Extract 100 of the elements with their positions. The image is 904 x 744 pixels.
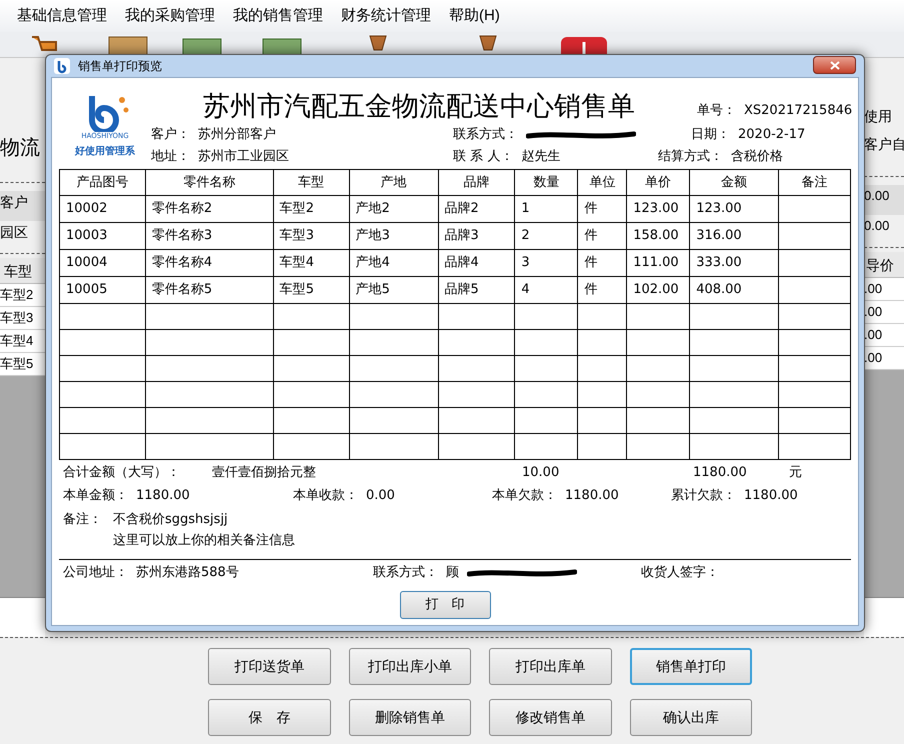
table-cell: 零件名称5 bbox=[145, 276, 274, 304]
table-cell: 车型2 bbox=[273, 196, 350, 222]
table-cell: 件 bbox=[578, 276, 627, 304]
column-header: 金额 bbox=[690, 170, 779, 196]
table-cell: 车型2 bbox=[0, 284, 45, 307]
action-button[interactable]: 修改销售单 bbox=[489, 699, 612, 736]
column-header: 车型 bbox=[273, 170, 350, 196]
table-cell: 123.00 bbox=[690, 196, 779, 222]
menu-item[interactable]: 财务统计管理 bbox=[332, 2, 440, 30]
table-cell: 车型4 bbox=[273, 250, 350, 276]
table-cell: 111.00 bbox=[626, 250, 690, 276]
field-label: 单号： bbox=[697, 102, 736, 120]
table-cell: 10004 bbox=[60, 250, 146, 276]
field-label: 备注： bbox=[63, 511, 103, 529]
field-label: 结算方式： bbox=[658, 148, 723, 166]
field-label: 客户自 bbox=[864, 135, 904, 154]
field-label: 园区 bbox=[0, 223, 29, 242]
field-value: 1180.00 bbox=[565, 487, 619, 506]
table-cell: 产地5 bbox=[349, 276, 438, 304]
field-label: 客户 bbox=[0, 191, 45, 221]
field-value: 赵先生 bbox=[521, 148, 560, 166]
column-header: 单价 bbox=[626, 170, 690, 196]
action-button[interactable]: 保 存 bbox=[208, 699, 330, 736]
field-label: 合计金额（大写）： bbox=[63, 464, 181, 482]
menu-item[interactable]: 帮助(H) bbox=[440, 2, 509, 30]
table-background bbox=[0, 597, 45, 637]
field-label: 累计欠款： bbox=[671, 487, 736, 506]
field-value: 0.00 bbox=[864, 217, 890, 235]
table-cell: 10005 bbox=[60, 276, 146, 304]
column-header: 品牌 bbox=[438, 170, 515, 196]
table-cell: 3 bbox=[514, 250, 578, 276]
menu-item[interactable]: 基础信息管理 bbox=[8, 2, 116, 30]
table-cell: 102.00 bbox=[626, 276, 690, 304]
table-cell: 产地4 bbox=[349, 250, 438, 276]
field-label: 公司地址： bbox=[63, 564, 128, 582]
column-header: 备注 bbox=[778, 170, 850, 196]
field-label: 本单欠款： bbox=[492, 487, 557, 506]
field-label: 本单收款： bbox=[293, 487, 358, 506]
table-cell: 158.00 bbox=[626, 222, 690, 250]
table-cell: 1 bbox=[514, 196, 578, 222]
table-cell: 件 bbox=[578, 196, 627, 222]
table-cell: .00 bbox=[864, 301, 904, 324]
page-heading: 物流 bbox=[0, 136, 41, 161]
field-label: 联系方式： bbox=[453, 126, 518, 144]
menu-item[interactable]: 我的采购管理 bbox=[116, 2, 224, 30]
field-label: 联 系 人： bbox=[453, 148, 514, 166]
field-label: 联系方式： bbox=[373, 564, 438, 582]
table-cell: 10003 bbox=[60, 222, 146, 250]
field-value: 苏州分部客户 bbox=[198, 126, 276, 144]
field-value: 1180.00 bbox=[744, 487, 798, 506]
field-value: 顾 bbox=[446, 564, 459, 582]
field-value: 0.00 bbox=[366, 487, 395, 506]
table-cell: 4 bbox=[514, 276, 578, 304]
table-background bbox=[864, 597, 904, 637]
table-cell: 408.00 bbox=[690, 276, 779, 304]
remark-text: 不含税价sggshsjsjj bbox=[113, 511, 229, 529]
table-cell: 零件名称2 bbox=[145, 196, 274, 222]
close-button[interactable] bbox=[813, 56, 856, 74]
table-cell: 2 bbox=[514, 222, 578, 250]
table-cell: .00 bbox=[864, 324, 904, 347]
field-value: 苏州东港路588号 bbox=[136, 564, 239, 582]
table-cell: 件 bbox=[578, 250, 627, 276]
window-title: 销售单打印预览 bbox=[78, 58, 162, 75]
field-label: 客户： bbox=[151, 126, 190, 144]
table-cell: 车型3 bbox=[273, 222, 350, 250]
table-cell: 333.00 bbox=[690, 250, 779, 276]
menu-item[interactable]: 我的销售管理 bbox=[224, 2, 332, 30]
field-value: XS20217215846 bbox=[744, 102, 852, 120]
table-cell: 件 bbox=[578, 222, 627, 250]
app-logo-icon bbox=[54, 58, 70, 74]
total-quantity: 10.00 bbox=[522, 464, 560, 482]
table-cell: 零件名称3 bbox=[145, 222, 274, 250]
column-header: 车型 bbox=[0, 258, 45, 284]
close-icon bbox=[830, 60, 840, 70]
table-cell: 产地3 bbox=[349, 222, 438, 250]
field-label: 收货人签字： bbox=[641, 564, 719, 582]
table-cell: .00 bbox=[864, 347, 904, 370]
table-cell: 品牌3 bbox=[438, 222, 515, 250]
action-button[interactable]: 打印出库单 bbox=[489, 648, 612, 685]
table-cell: 车型5 bbox=[273, 276, 350, 304]
action-button[interactable]: 打印送货单 bbox=[208, 648, 330, 685]
remark-text: 这里可以放上你的相关备注信息 bbox=[113, 532, 295, 550]
table-cell: 316.00 bbox=[690, 222, 779, 250]
print-button[interactable]: 打 印 bbox=[400, 591, 490, 619]
field-value: 1180.00 bbox=[136, 487, 190, 506]
column-header: 数量 bbox=[514, 170, 578, 196]
table-cell: 123.00 bbox=[626, 196, 690, 222]
field-label: 日期： bbox=[691, 126, 730, 144]
field-value: 0.00 bbox=[864, 185, 904, 215]
action-button[interactable]: 确认出库 bbox=[630, 699, 752, 736]
action-button[interactable]: 销售单打印 bbox=[630, 648, 752, 685]
table-cell: 品牌2 bbox=[438, 196, 515, 222]
field-value: 2020-2-17 bbox=[738, 126, 806, 144]
field-label: 地址： bbox=[151, 148, 190, 166]
action-button[interactable]: 打印出库小单 bbox=[348, 648, 471, 685]
total-amount: 1180.00 bbox=[693, 464, 748, 482]
logo-text: 好使用管理系 bbox=[75, 145, 135, 159]
field-value: 含税价格 bbox=[731, 148, 783, 166]
column-header: 单位 bbox=[578, 170, 627, 196]
action-button[interactable]: 删除销售单 bbox=[348, 699, 471, 736]
